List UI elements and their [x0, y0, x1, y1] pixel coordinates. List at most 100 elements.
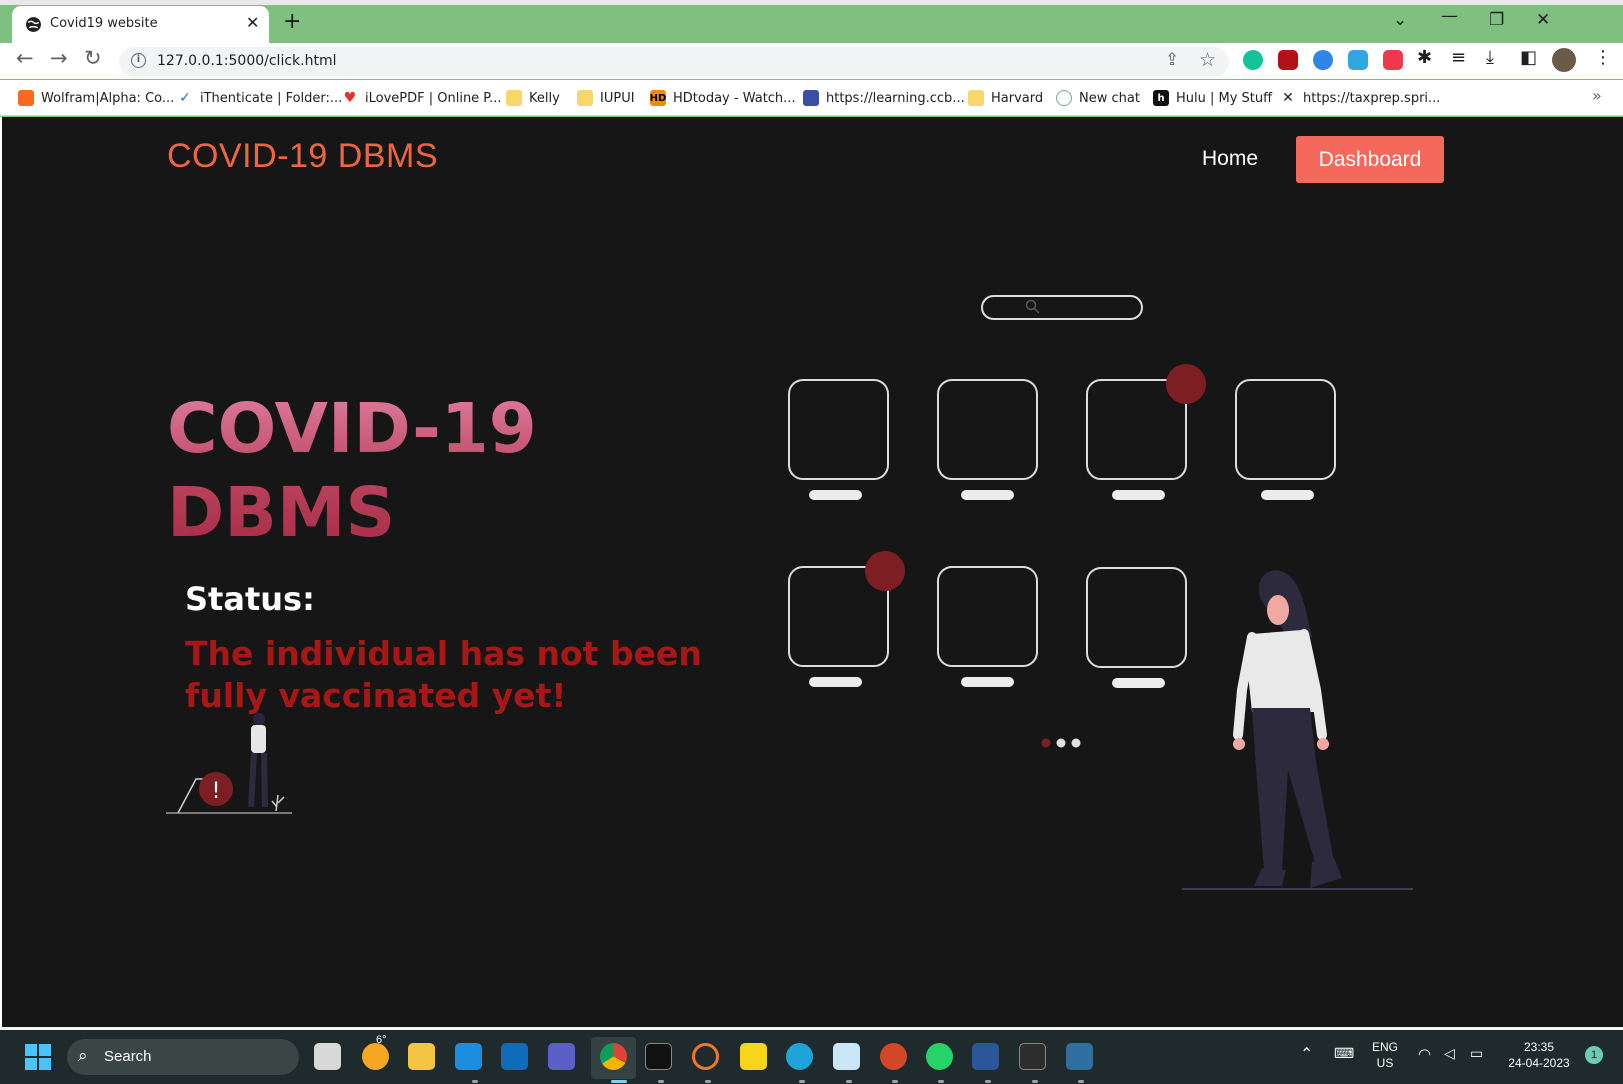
window-close-icon[interactable]: ✕	[1536, 10, 1550, 30]
browser-chrome: Covid19 website ✕ + ⌄ — ❐ ✕ ← → ↻ i 127.…	[0, 0, 1623, 117]
dashboard-illustration	[788, 295, 1413, 890]
powerpoint-icon[interactable]	[880, 1043, 907, 1070]
bookmarks-bar: Wolfram|Alpha: Co... ✓ iThenticate | Fol…	[0, 80, 1623, 116]
reading-list-icon[interactable]: ≡	[1451, 47, 1466, 68]
woman-figure	[1182, 570, 1413, 890]
running-indicator	[611, 1080, 627, 1083]
mail-icon[interactable]	[455, 1043, 482, 1070]
bookmark-item[interactable]: Wolfram|Alpha: Co...	[18, 88, 174, 108]
window-top-strip	[0, 0, 1623, 5]
taskbar-search[interactable]: ⌕ Search	[67, 1039, 299, 1075]
volume-icon[interactable]: ◁	[1444, 1045, 1455, 1062]
jupyter-icon[interactable]	[692, 1043, 719, 1070]
clock-time: 23:35	[1523, 1040, 1555, 1054]
site-info-icon[interactable]: i	[131, 53, 146, 68]
bookmark-star-icon[interactable]: ☆	[1199, 49, 1216, 71]
language-code: ENG	[1372, 1040, 1399, 1054]
menu-icon[interactable]: ⋮	[1594, 47, 1612, 68]
restore-icon[interactable]: ❐	[1489, 10, 1504, 30]
extension-window-icon[interactable]	[1348, 50, 1368, 70]
status-message: The individual has not been fully vaccin…	[185, 634, 702, 715]
hero-title-line1: COVID-19	[167, 389, 537, 469]
snowflake-app-icon[interactable]	[833, 1043, 860, 1070]
chrome-icon[interactable]	[600, 1043, 627, 1070]
hd-icon: HD	[650, 90, 666, 106]
openai-icon	[1056, 90, 1072, 106]
nav-home-link[interactable]: Home	[1202, 147, 1258, 171]
region-code: US	[1376, 1056, 1394, 1070]
outlook-icon[interactable]	[501, 1043, 528, 1070]
teams-icon[interactable]	[548, 1043, 575, 1070]
hulu-icon: h	[1153, 90, 1169, 106]
checkmark-icon: ✓	[179, 90, 191, 106]
powershell-icon[interactable]	[1019, 1043, 1046, 1070]
bookmark-item[interactable]: New chat	[1056, 88, 1140, 108]
word-icon[interactable]	[972, 1043, 999, 1070]
bookmark-item[interactable]: h Hulu | My Stuff	[1153, 88, 1272, 108]
task-view-icon[interactable]	[314, 1043, 341, 1070]
grammarly-icon[interactable]	[1243, 50, 1263, 70]
forward-icon[interactable]: →	[50, 46, 68, 70]
ublock-icon[interactable]	[1278, 50, 1298, 70]
wifi-icon[interactable]: ◠	[1418, 1045, 1431, 1063]
pager-dot	[1056, 738, 1066, 748]
hero-title: COVID-19 DBMS	[167, 387, 537, 555]
vscode-icon[interactable]	[1066, 1043, 1093, 1070]
folder-icon	[577, 90, 593, 106]
keyboard-icon[interactable]: ⌨	[1334, 1045, 1354, 1062]
terminal-icon[interactable]	[645, 1043, 672, 1070]
bookmarks-overflow-icon[interactable]: »	[1592, 86, 1602, 105]
tab-title: Covid19 website	[50, 16, 158, 31]
share-icon[interactable]: ⇪	[1165, 50, 1179, 70]
battery-icon[interactable]: ▭	[1470, 1045, 1483, 1062]
sticky-notes-icon[interactable]	[740, 1043, 767, 1070]
running-indicator	[985, 1080, 991, 1083]
extension-red-icon[interactable]	[1383, 50, 1403, 70]
status-label: Status:	[185, 580, 315, 618]
running-indicator	[658, 1080, 664, 1083]
extension-blue-icon[interactable]	[1313, 50, 1333, 70]
tab-close-icon[interactable]: ✕	[246, 13, 259, 32]
heart-icon: ♥	[343, 90, 357, 106]
language-indicator[interactable]: ENG US	[1372, 1039, 1398, 1071]
taskbar-search-label: Search	[104, 1048, 152, 1065]
tab-search-icon[interactable]: ⌄	[1393, 10, 1407, 30]
running-indicator	[1032, 1080, 1038, 1083]
address-bar[interactable]: i 127.0.0.1:5000/click.html ⇪ ☆	[119, 47, 1229, 77]
reload-icon[interactable]: ↻	[84, 46, 102, 70]
bookmark-item[interactable]: ✕ https://taxprep.spri...	[1280, 88, 1440, 108]
whatsapp-icon[interactable]	[926, 1043, 953, 1070]
weather-icon[interactable]	[362, 1043, 389, 1070]
running-indicator	[1078, 1080, 1084, 1083]
file-explorer-icon[interactable]	[408, 1043, 435, 1070]
windows-start-icon[interactable]	[25, 1044, 51, 1070]
bookmark-item[interactable]: https://learning.ccb...	[803, 88, 965, 108]
back-icon[interactable]: ←	[16, 46, 34, 70]
bookmark-item[interactable]: ♥ iLovePDF | Online P...	[342, 88, 502, 108]
bookmark-item[interactable]: Kelly	[506, 88, 560, 108]
bookmark-item[interactable]: IUPUI	[577, 88, 635, 108]
ccb-icon	[803, 90, 819, 106]
pager-dot	[1071, 738, 1081, 748]
brand-logo[interactable]: COVID-19 DBMS	[167, 137, 438, 176]
alert-dot	[865, 551, 905, 591]
wolfram-icon	[18, 90, 34, 106]
new-tab-button[interactable]: +	[283, 9, 301, 34]
minimize-icon[interactable]: —	[1441, 6, 1458, 26]
edge-icon[interactable]	[786, 1043, 813, 1070]
browser-tab[interactable]: Covid19 website ✕	[12, 6, 269, 43]
clock[interactable]: 23:35 24-04-2023	[1503, 1039, 1575, 1071]
download-icon[interactable]: ⤓	[1486, 47, 1494, 68]
dashboard-button[interactable]: Dashboard	[1296, 136, 1444, 183]
chevron-up-icon[interactable]: ⌃	[1300, 1044, 1313, 1064]
windows-taskbar: ⌕ Search 6° ⌃ ⌨ ENG US ◠ ◁ ▭ 23:35 24-04…	[0, 1027, 1623, 1084]
extensions-puzzle-icon[interactable]: ✱	[1417, 47, 1432, 68]
side-panel-icon[interactable]: ◧	[1520, 47, 1537, 68]
bookmark-item[interactable]: HD HDtoday - Watch...	[650, 88, 796, 108]
web-page: COVID-19 DBMS Home Dashboard COVID-19 DB…	[2, 117, 1623, 1027]
profile-avatar[interactable]	[1552, 48, 1576, 72]
bookmark-item[interactable]: Harvard	[968, 88, 1043, 108]
browser-toolbar: ← → ↻ i 127.0.0.1:5000/click.html ⇪ ☆ ✱ …	[0, 43, 1623, 79]
notification-badge[interactable]: 1	[1585, 1046, 1603, 1064]
bookmark-item[interactable]: ✓ iThenticate | Folder:...	[177, 88, 342, 108]
